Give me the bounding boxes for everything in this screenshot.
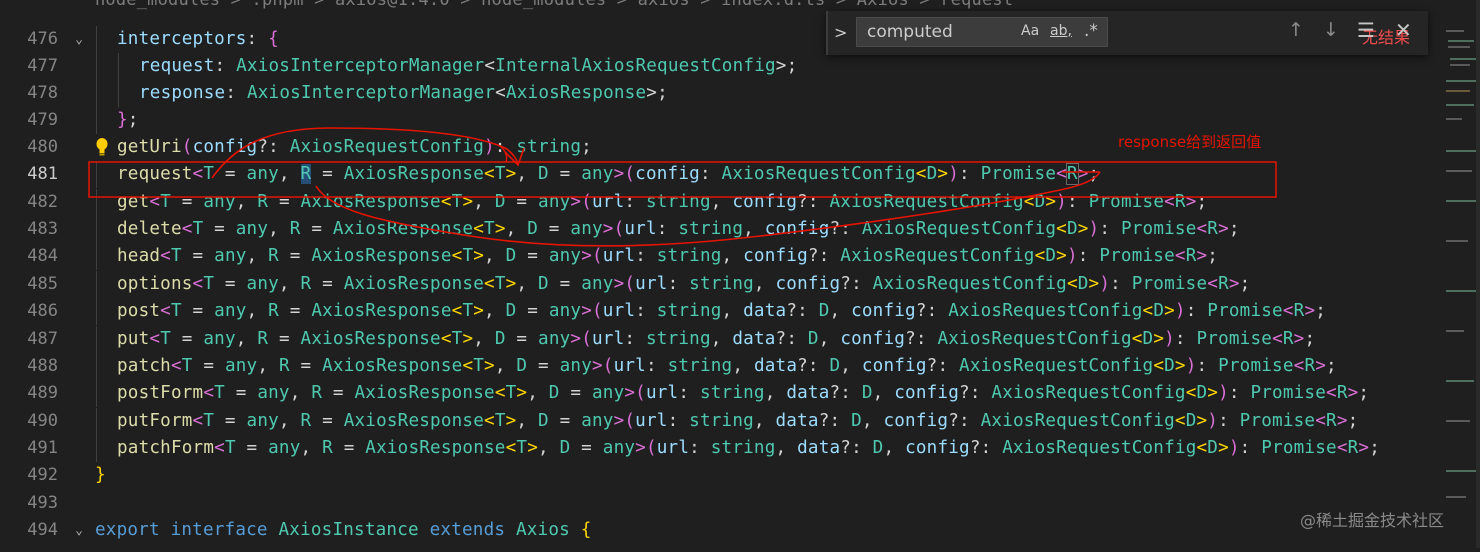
code-line-481[interactable]: 481 request<T = any, R = AxiosResponse<T… <box>0 161 1440 188</box>
code-text: export interface AxiosInstance extends A… <box>95 520 592 540</box>
close-find-button[interactable]: ✕ <box>1395 18 1412 42</box>
line-number: 476 <box>27 29 58 49</box>
match-case-icon[interactable]: Aa <box>1021 23 1039 39</box>
code-text: putForm<T = any, R = AxiosResponse<T>, D… <box>117 411 1359 431</box>
line-number: 478 <box>27 83 58 103</box>
code-text: postForm<T = any, R = AxiosResponse<T>, … <box>117 383 1370 403</box>
line-number: 489 <box>27 383 58 403</box>
code-text: patch<T = any, R = AxiosResponse<T>, D =… <box>117 356 1337 376</box>
code-line-494[interactable]: 494 ⌄ export interface AxiosInstance ext… <box>0 517 1440 544</box>
fold-chevron-icon[interactable]: ⌄ <box>68 26 90 53</box>
next-match-button[interactable]: ↓ <box>1323 19 1339 41</box>
watermark: @稀土掘金技术社区 <box>1300 511 1445 530</box>
lightbulb-icon[interactable] <box>96 137 108 157</box>
code-text: getUri(config?: AxiosRequestConfig): str… <box>117 137 592 157</box>
code-line-485[interactable]: 485 options<T = any, R = AxiosResponse<T… <box>0 271 1440 298</box>
line-number: 477 <box>27 56 58 76</box>
minimap[interactable] <box>1440 0 1480 548</box>
find-in-selection-icon: ☰ <box>1357 18 1375 42</box>
line-number: 484 <box>27 246 58 266</box>
line-number: 479 <box>27 110 58 130</box>
line-number: 483 <box>27 219 58 239</box>
code-line-492[interactable]: 492 } <box>0 462 1440 489</box>
previous-match-button[interactable]: ↑ <box>1288 19 1304 41</box>
arrow-up-icon: ↑ <box>1288 19 1304 41</box>
code-line-479[interactable]: 479 }; <box>0 107 1440 134</box>
code-line-484[interactable]: 484 head<T = any, R = AxiosResponse<T>, … <box>0 243 1440 270</box>
code-line-482[interactable]: 482 get<T = any, R = AxiosResponse<T>, D… <box>0 189 1440 216</box>
code-text: response: AxiosInterceptorManager<AxiosR… <box>139 83 668 103</box>
line-number: 493 <box>27 493 58 513</box>
line-number: 485 <box>27 274 58 294</box>
find-input-box: Aa ab, .* <box>856 17 1108 47</box>
code-text: post<T = any, R = AxiosResponse<T>, D = … <box>117 301 1327 321</box>
code-text: put<T = any, R = AxiosResponse<T>, D = a… <box>117 329 1316 349</box>
code-editor[interactable]: node_modules > .pnpm > axios@1.4.0 > nod… <box>0 0 1480 548</box>
code-line-483[interactable]: 483 delete<T = any, R = AxiosResponse<T>… <box>0 216 1440 243</box>
line-number: 492 <box>27 465 58 485</box>
arrow-down-icon: ↓ <box>1323 19 1339 41</box>
line-number: 488 <box>27 356 58 376</box>
code-line-490[interactable]: 490 putForm<T = any, R = AxiosResponse<T… <box>0 408 1440 435</box>
fold-chevron-icon[interactable]: ⌄ <box>68 517 90 544</box>
code-text: } <box>95 465 106 485</box>
minimap-preview <box>1446 0 1480 548</box>
code-text: delete<T = any, R = AxiosResponse<T>, D … <box>117 219 1240 239</box>
code-line-488[interactable]: 488 patch<T = any, R = AxiosResponse<T>,… <box>0 353 1440 380</box>
code-line-486[interactable]: 486 post<T = any, R = AxiosResponse<T>, … <box>0 298 1440 325</box>
line-number: 481 <box>27 164 58 184</box>
find-input[interactable] <box>857 18 1027 46</box>
close-icon: ✕ <box>1395 18 1412 42</box>
code-text: request: AxiosInterceptorManager<Interna… <box>139 56 798 76</box>
code-text: }; <box>117 110 139 130</box>
line-number: 486 <box>27 301 58 321</box>
code-line-493[interactable]: 493 <box>0 490 1440 517</box>
code-text: get<T = any, R = AxiosResponse<T>, D = a… <box>117 192 1208 212</box>
line-number: 494 <box>27 520 58 540</box>
line-number: 490 <box>27 411 58 431</box>
code-line-491[interactable]: 491 patchForm<T = any, R = AxiosResponse… <box>0 435 1440 462</box>
match-whole-word-icon[interactable]: ab, <box>1050 23 1072 39</box>
code-line-489[interactable]: 489 postForm<T = any, R = AxiosResponse<… <box>0 380 1440 407</box>
line-number: 491 <box>27 438 58 458</box>
line-number: 487 <box>27 329 58 349</box>
code-text: interceptors: { <box>117 29 279 49</box>
code-line-478[interactable]: 478 response: AxiosInterceptorManager<Ax… <box>0 80 1440 107</box>
code-text: patchForm<T = any, R = AxiosResponse<T>,… <box>117 438 1380 458</box>
code-text: request<T = any, R = AxiosResponse<T>, D… <box>117 163 1100 185</box>
code-text: options<T = any, R = AxiosResponse<T>, D… <box>117 274 1251 294</box>
toggle-replace-chevron-icon[interactable]: > <box>834 23 847 42</box>
code-line-487[interactable]: 487 put<T = any, R = AxiosResponse<T>, D… <box>0 326 1440 353</box>
use-regex-icon[interactable]: .* <box>1084 21 1098 41</box>
code-line-477[interactable]: 477 request: AxiosInterceptorManager<Int… <box>0 53 1440 80</box>
line-number: 482 <box>27 192 58 212</box>
code-text: head<T = any, R = AxiosResponse<T>, D = … <box>117 246 1219 266</box>
line-number: 480 <box>27 137 58 157</box>
find-in-selection-button[interactable]: ☰ <box>1357 18 1375 42</box>
annotation-note: response给到返回值 <box>1118 133 1262 151</box>
